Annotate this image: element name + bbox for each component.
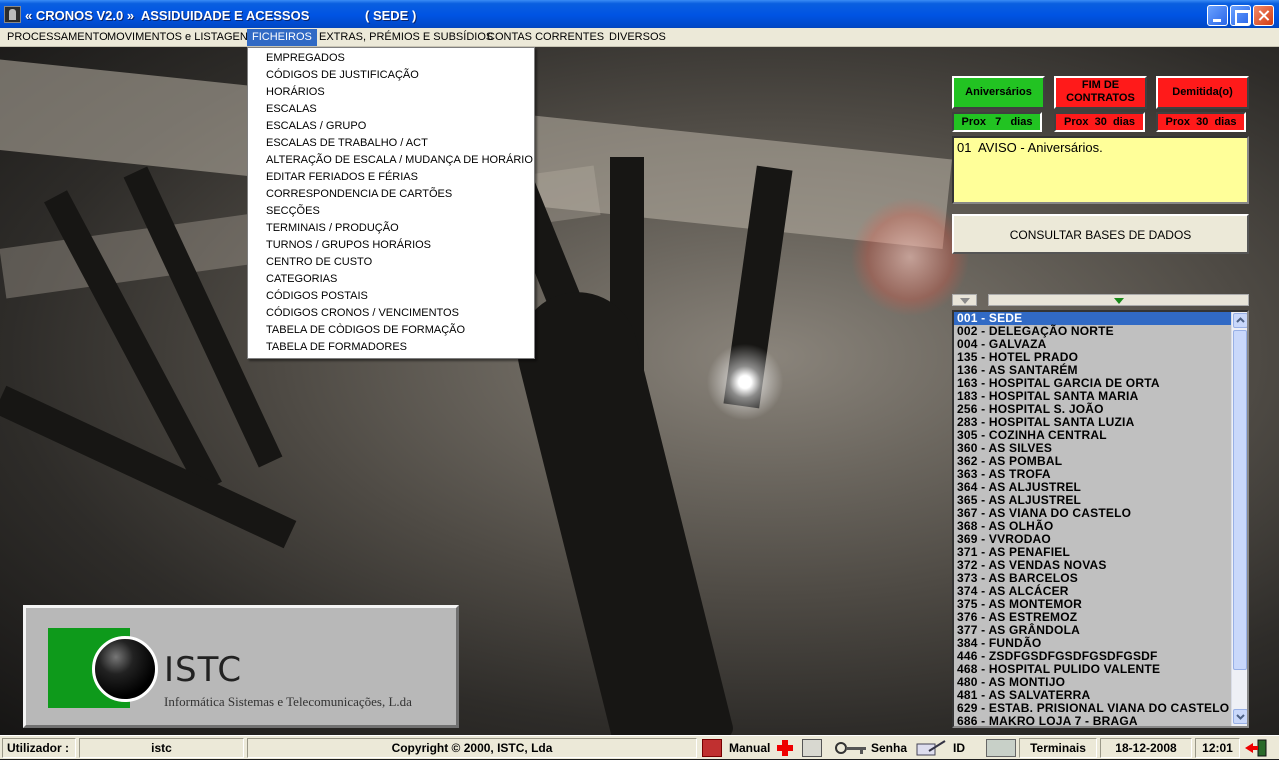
- fim-contratos-button[interactable]: FIM DE CONTRATOS: [1054, 76, 1147, 109]
- menu-diversos[interactable]: DIVERSOS: [604, 29, 671, 46]
- menu-item-empregados[interactable]: EMPREGADOS: [248, 50, 534, 67]
- window-title: « CRONOS V2.0 » ASSIDUIDADE E ACESSOS: [25, 8, 310, 23]
- menu-movimentos-listagens[interactable]: MOVIMENTOS e LISTAGENS: [102, 29, 260, 46]
- menu-item-centro-custo[interactable]: CENTRO DE CUSTO: [248, 254, 534, 271]
- maximize-button[interactable]: [1230, 5, 1251, 26]
- menu-item-terminais-producao[interactable]: TERMINAIS / PRODUÇÃO: [248, 220, 534, 237]
- menu-ficheiros[interactable]: FICHEIROS: [247, 29, 317, 46]
- fim-contratos-prox: Prox 30 dias: [1054, 112, 1145, 132]
- terminais-link[interactable]: Terminais: [1019, 738, 1097, 758]
- ficheiros-dropdown-menu: EMPREGADOS CÓDIGOS DE JUSTIFICAÇÃO HORÁR…: [247, 47, 535, 359]
- minimize-button[interactable]: [1207, 5, 1228, 26]
- chevron-down-icon: [960, 298, 970, 304]
- menu-item-feriados-ferias[interactable]: EDITAR FERIADOS E FÉRIAS: [248, 169, 534, 186]
- demitidos-button[interactable]: Demitida(o): [1156, 76, 1249, 109]
- status-date: 18-12-2008: [1100, 738, 1192, 758]
- menu-item-escalas[interactable]: ESCALAS: [248, 101, 534, 118]
- menu-item-codigos-cronos[interactable]: CÓDIGOS CRONOS / VENCIMENTOS: [248, 305, 534, 322]
- menu-item-codigos-postais[interactable]: CÓDIGOS POSTAIS: [248, 288, 534, 305]
- chevron-up-icon: [1236, 317, 1245, 323]
- consultar-bases-dados-button[interactable]: CONSULTAR BASES DE DADOS: [952, 214, 1249, 254]
- aniversarios-button[interactable]: Aniversários: [952, 76, 1045, 109]
- chevron-down-icon: [1114, 298, 1124, 304]
- menu-item-formadores[interactable]: TABELA DE FORMADORES: [248, 339, 534, 356]
- menu-item-escalas-grupo[interactable]: ESCALAS / GRUPO: [248, 118, 534, 135]
- menu-item-categorias[interactable]: CATEGORIAS: [248, 271, 534, 288]
- demitidos-prox: Prox 30 dias: [1156, 112, 1246, 132]
- window-site: ( SEDE ): [365, 8, 417, 23]
- aniversarios-prox: Prox 7 dias: [952, 112, 1042, 132]
- title-bar: « CRONOS V2.0 » ASSIDUIDADE E ACESSOS ( …: [0, 0, 1279, 30]
- site-combo[interactable]: [988, 294, 1249, 306]
- close-button[interactable]: [1253, 5, 1274, 26]
- menu-processamento[interactable]: PROCESSAMENTO: [2, 29, 113, 46]
- menu-item-horarios[interactable]: HORÁRIOS: [248, 84, 534, 101]
- menu-item-correspondencia-cartoes[interactable]: CORRESPONDENCIA DE CARTÕES: [248, 186, 534, 203]
- scroll-thumb[interactable]: [1233, 330, 1247, 670]
- manual-link[interactable]: Manual: [726, 738, 773, 758]
- logo-sphere: [92, 636, 158, 702]
- logo-subtitle: Informática Sistemas e Telecomunicações,…: [164, 694, 412, 709]
- menu-contas-correntes[interactable]: CONTAS CORRENTES: [482, 29, 609, 46]
- menu-item-escalas-trabalho[interactable]: ESCALAS DE TRABALHO / ACT: [248, 135, 534, 152]
- site-list[interactable]: 001 - SEDE 002 - DELEGAÇÃO NORTE 004 - G…: [952, 310, 1249, 728]
- first-aid-icon[interactable]: [776, 739, 794, 757]
- list-item[interactable]: 686 - MAKRO LOJA 7 - BRAGA: [954, 715, 1234, 727]
- status-bar: Utilizador : istc Copyright © 2000, ISTC…: [0, 735, 1279, 759]
- user-name: istc: [79, 738, 244, 758]
- company-logo: ISTC Informática Sistemas e Telecomunica…: [23, 605, 459, 728]
- id-card-icon[interactable]: [915, 739, 947, 757]
- key-icon[interactable]: [834, 739, 868, 757]
- user-label: Utilizador :: [2, 738, 76, 758]
- menu-extras[interactable]: EXTRAS, PRÉMIOS E SUBSÍDIOS: [314, 29, 498, 46]
- manual-icon[interactable]: [702, 739, 722, 757]
- menu-item-alteracao-escala[interactable]: ALTERAÇÃO DE ESCALA / MUDANÇA DE HORÁRIO: [248, 152, 534, 169]
- computer-icon[interactable]: [802, 739, 822, 757]
- status-time: 12:01: [1195, 738, 1240, 758]
- app-icon[interactable]: [4, 6, 21, 23]
- scroll-down-button[interactable]: [1233, 709, 1247, 724]
- database-combo[interactable]: [952, 294, 977, 306]
- site-list-scrollbar[interactable]: [1231, 312, 1247, 726]
- menu-bar: PROCESSAMENTO MOVIMENTOS e LISTAGENS FIC…: [0, 28, 1279, 47]
- app-window: « CRONOS V2.0 » ASSIDUIDADE E ACESSOS ( …: [0, 0, 1279, 759]
- menu-item-codigos-justificacao[interactable]: CÓDIGOS DE JUSTIFICAÇÃO: [248, 67, 534, 84]
- menu-item-turnos[interactable]: TURNOS / GRUPOS HORÁRIOS: [248, 237, 534, 254]
- terminal-icon[interactable]: [986, 739, 1016, 757]
- copyright: Copyright © 2000, ISTC, Lda: [247, 738, 697, 758]
- exit-icon[interactable]: [1244, 739, 1268, 757]
- menu-item-seccoes[interactable]: SECÇÕES: [248, 203, 534, 220]
- scroll-up-button[interactable]: [1233, 313, 1247, 328]
- menu-item-codigos-formacao[interactable]: TABELA DE CÒDIGOS DE FORMAÇÃO: [248, 322, 534, 339]
- notice-box: 01 AVISO - Aniversários.: [952, 136, 1249, 204]
- chevron-down-icon: [1236, 714, 1245, 720]
- logo-name: ISTC: [164, 650, 243, 690]
- id-link[interactable]: ID: [950, 738, 968, 758]
- senha-link[interactable]: Senha: [868, 738, 910, 758]
